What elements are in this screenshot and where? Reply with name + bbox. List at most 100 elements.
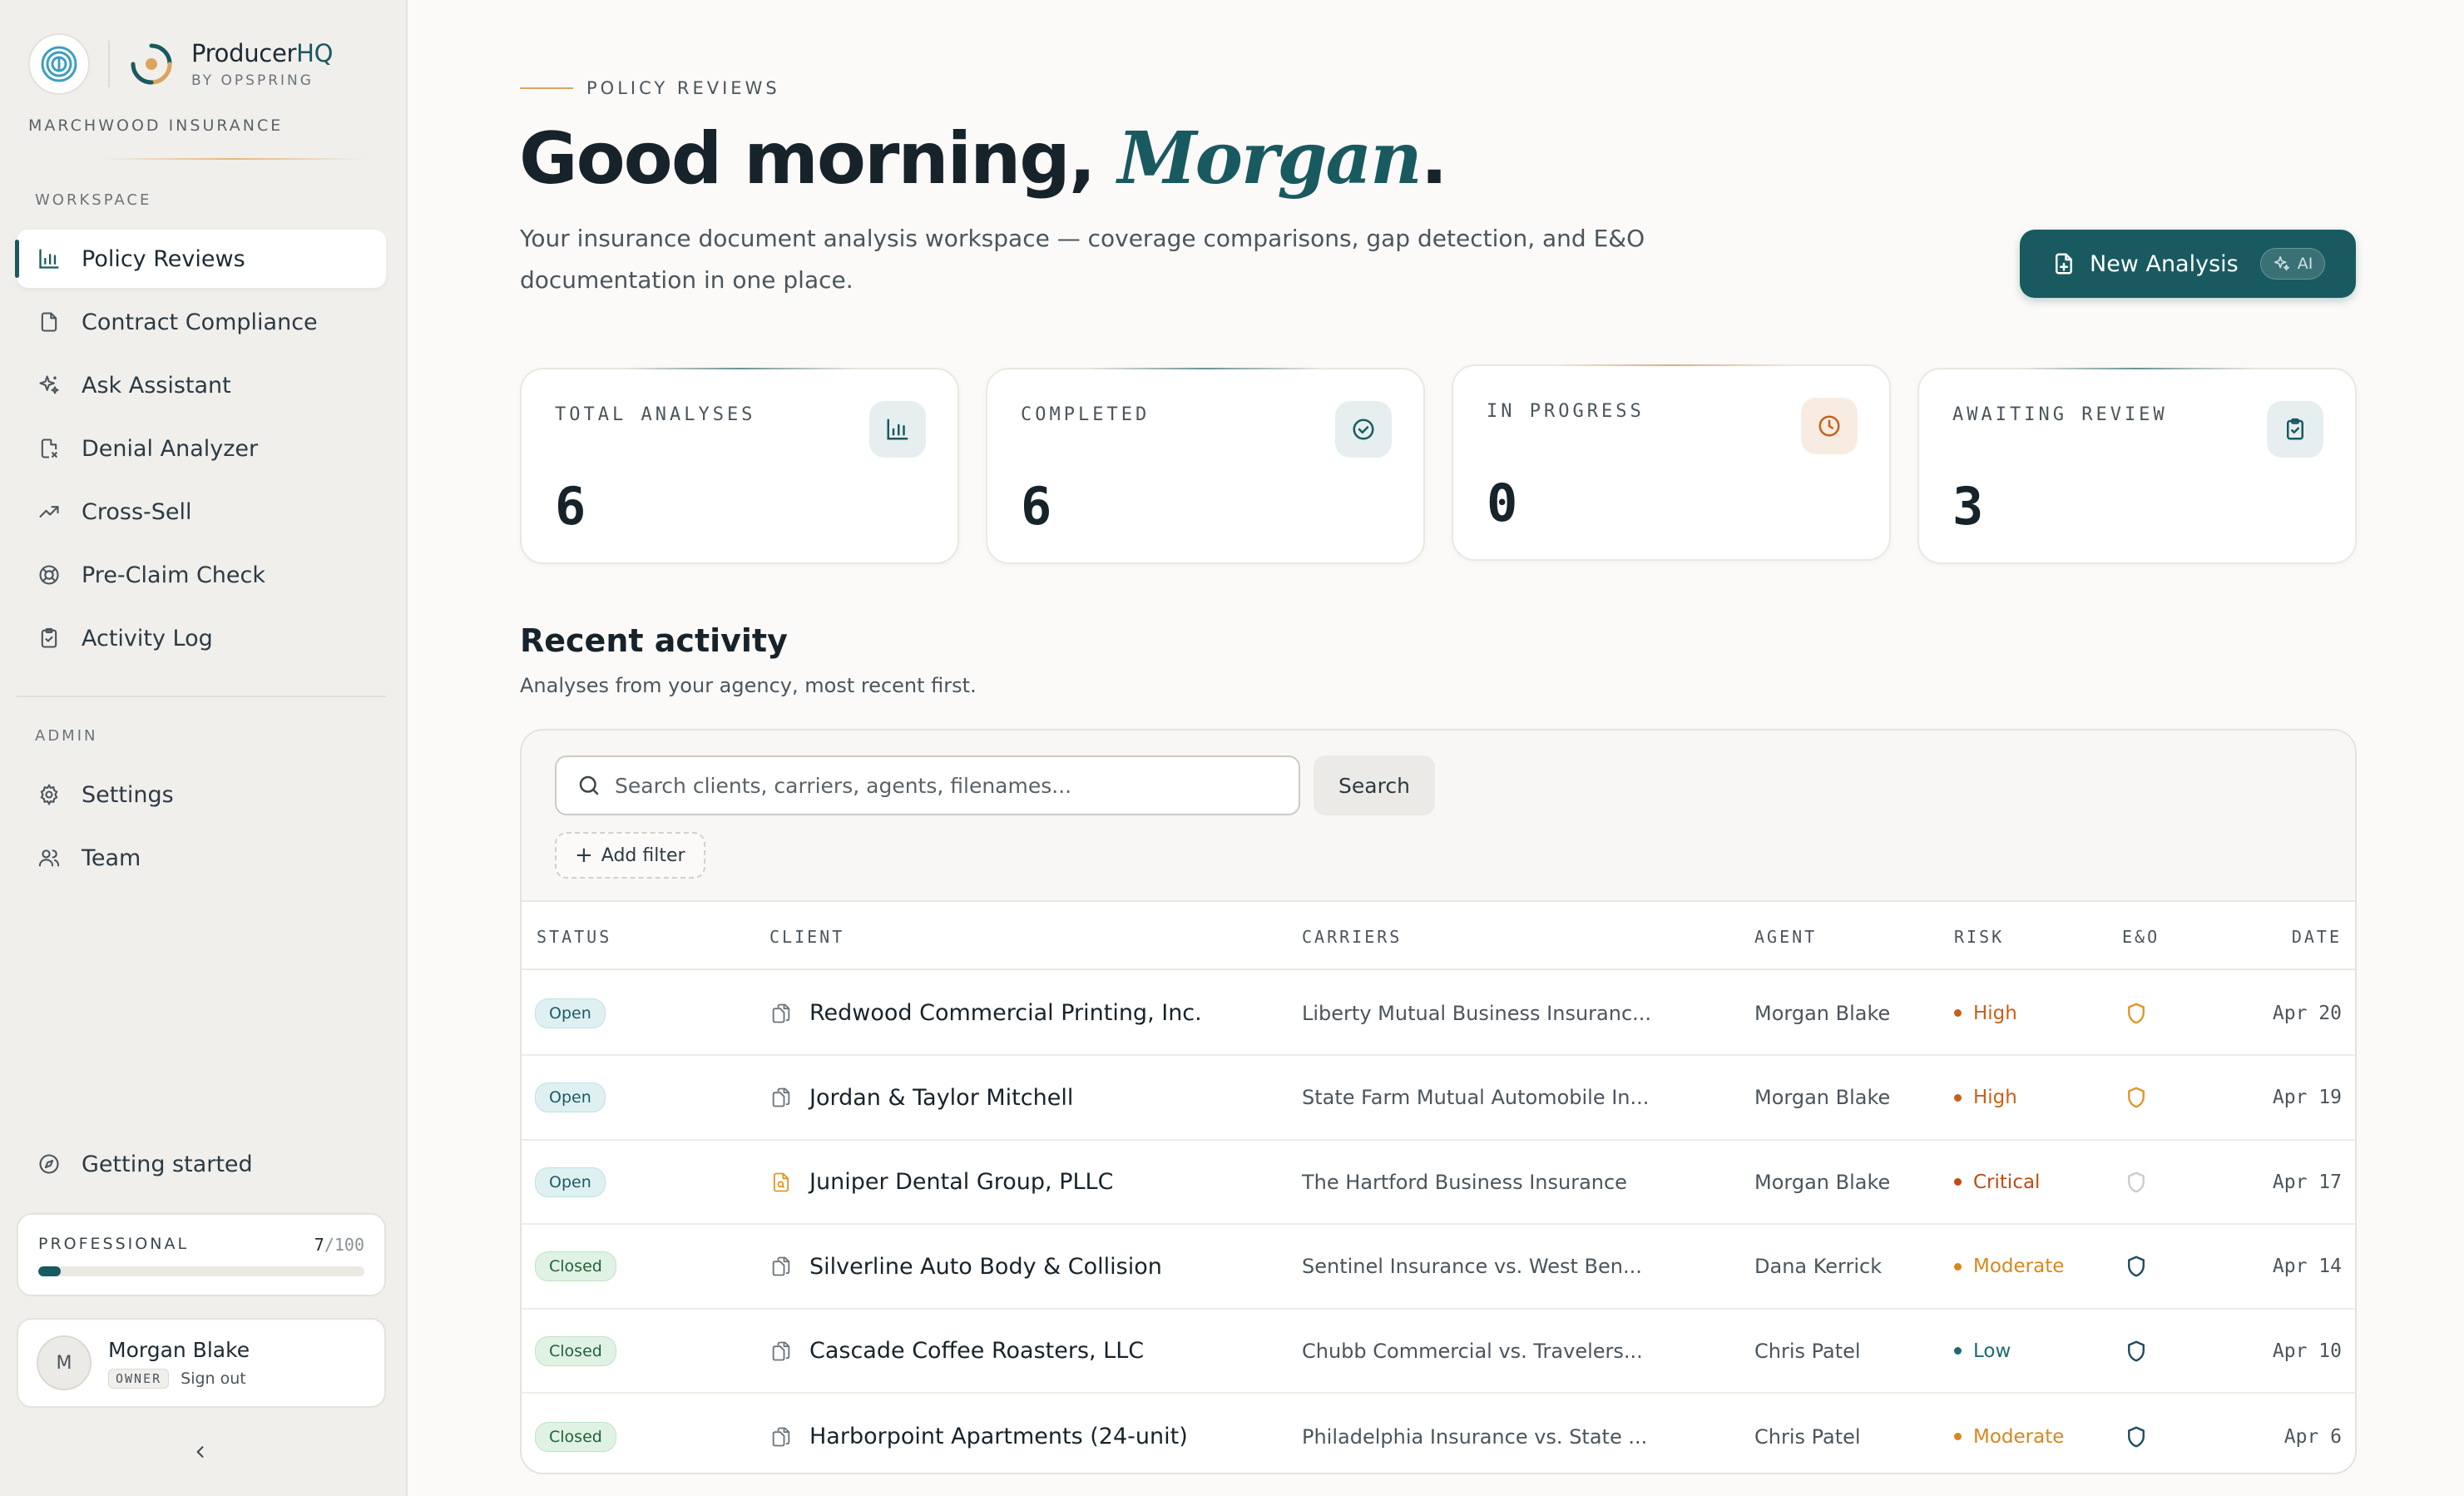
- sidebar-item-label: Ask Assistant: [82, 372, 231, 399]
- plus-icon: +: [575, 843, 593, 868]
- page-title: Good morning, Morgan.: [519, 116, 1447, 201]
- column-header-carriers[interactable]: CARRIERS: [1302, 927, 1402, 947]
- shield-icon: [2128, 1256, 2145, 1277]
- sidebar-item-label: Pre-Claim Check: [82, 562, 266, 588]
- sidebar-divider: [17, 696, 386, 697]
- plan-name: PROFESSIONAL: [38, 1235, 190, 1253]
- table-header: STATUS CLIENT CARRIERS AGENT RISK E&O DA…: [522, 904, 2355, 970]
- sidebar-item-pre-claim-check[interactable]: Pre-Claim Check: [17, 546, 386, 604]
- table-row[interactable]: Closed Silverline Auto Body & Collision Se…: [522, 1226, 2355, 1310]
- column-header-client[interactable]: CLIENT: [769, 927, 844, 947]
- column-header-eo[interactable]: E&O: [2122, 927, 2160, 947]
- document-icon: [35, 308, 63, 336]
- column-header-status[interactable]: STATUS: [537, 927, 611, 947]
- stat-value: 6: [555, 476, 586, 537]
- agent-cell: Morgan Blake: [1754, 1086, 1891, 1110]
- clipboard-check-icon: [2267, 401, 2323, 458]
- stat-label: AWAITING REVIEW: [1952, 404, 2168, 425]
- ai-badge: AI: [2259, 248, 2326, 280]
- organization-name: MARCHWOOD INSURANCE: [28, 116, 284, 135]
- plan-usage-bar: [38, 1266, 364, 1276]
- shield-icon: [2128, 1172, 2145, 1193]
- brand[interactable]: ProducerHQ BY OPSPRING: [28, 33, 333, 95]
- sidebar-item-label: Team: [82, 845, 141, 871]
- search-button[interactable]: Search: [1314, 755, 1435, 815]
- user-first-name: Morgan: [1117, 116, 1422, 201]
- getting-started-link[interactable]: Getting started: [17, 1135, 386, 1193]
- sidebar-item-label: Cross-Sell: [82, 498, 192, 525]
- risk-level: Low: [1954, 1310, 2011, 1392]
- status-badge: Open: [535, 1082, 606, 1113]
- new-analysis-label: New Analysis: [2090, 250, 2239, 277]
- date-cell: Apr 6: [2283, 1425, 2342, 1448]
- new-analysis-button[interactable]: New Analysis AI: [2020, 230, 2356, 298]
- sidebar-item-label: Contract Compliance: [82, 309, 318, 335]
- carriers-cell: Sentinel Insurance vs. West Ben...: [1302, 1255, 1642, 1279]
- user-name: Morgan Blake: [108, 1337, 250, 1362]
- plan-usage-card[interactable]: PROFESSIONAL 7/100: [17, 1213, 386, 1296]
- shield-icon: [2128, 1426, 2145, 1447]
- client-name[interactable]: Silverline Auto Body & Collision: [809, 1254, 1162, 1280]
- page-intro: Your insurance document analysis workspa…: [520, 225, 1645, 294]
- client-name[interactable]: Cascade Coffee Roasters, LLC: [809, 1338, 1144, 1364]
- search-input[interactable]: [615, 773, 1280, 798]
- column-header-date[interactable]: DATE: [2292, 927, 2342, 947]
- user-card[interactable]: M Morgan Blake OWNER Sign out: [17, 1318, 386, 1408]
- table-row[interactable]: Open Jordan & Taylor Mitchell State Farm M…: [522, 1057, 2355, 1141]
- client-name[interactable]: Harborpoint Apartments (24-unit): [809, 1424, 1188, 1449]
- recent-activity-title: Recent activity: [520, 622, 788, 659]
- add-filter-button[interactable]: + Add filter: [555, 832, 705, 879]
- sidebar-item-ask-assistant[interactable]: Ask Assistant: [17, 356, 386, 414]
- shield-icon: [2128, 1340, 2145, 1362]
- check-circle-icon: [1335, 401, 1392, 458]
- search-icon: [579, 775, 599, 795]
- stat-value: 0: [1487, 473, 1518, 533]
- sidebar-item-denial-analyzer[interactable]: Denial Analyzer: [17, 419, 386, 478]
- stat-card-in-progress: IN PROGRESS 0: [1452, 364, 1891, 561]
- filter-bar: Search + Add filter: [522, 731, 2355, 902]
- sidebar-item-contract-compliance[interactable]: Contract Compliance: [17, 293, 386, 351]
- stat-card-completed: COMPLETED 6: [986, 368, 1425, 564]
- sidebar-item-activity-log[interactable]: Activity Log: [17, 609, 386, 667]
- compass-icon: [35, 1150, 63, 1178]
- table-row[interactable]: Closed Harborpoint Apartments (24-unit) Ph…: [522, 1394, 2355, 1473]
- table-row[interactable]: Closed Cascade Coffee Roasters, LLC Chubb …: [522, 1310, 2355, 1394]
- status-badge: Closed: [535, 1421, 616, 1452]
- client-name[interactable]: Jordan & Taylor Mitchell: [809, 1085, 1073, 1111]
- sidebar-item-cross-sell[interactable]: Cross-Sell: [17, 483, 386, 541]
- eo-status[interactable]: [2124, 1226, 2149, 1308]
- sidebar-item-settings[interactable]: Settings: [17, 765, 386, 824]
- eo-status[interactable]: [2124, 1057, 2149, 1139]
- main-content: POLICY REVIEWS Good morning, Morgan. You…: [408, 0, 2464, 1496]
- sidebar-item-label: Settings: [82, 781, 174, 808]
- sidebar-item-policy-reviews[interactable]: Policy Reviews: [15, 230, 386, 288]
- client-name[interactable]: Redwood Commercial Printing, Inc.: [809, 1000, 1202, 1026]
- users-icon: [35, 844, 63, 872]
- table-row[interactable]: Open Juniper Dental Group, PLLC The Hartfo…: [522, 1141, 2355, 1226]
- date-cell: Apr 19: [2272, 1087, 2342, 1109]
- sign-out-link[interactable]: Sign out: [181, 1370, 246, 1388]
- status-badge: Closed: [535, 1251, 616, 1282]
- brand-divider: [108, 41, 110, 87]
- agent-cell: Chris Patel: [1754, 1339, 1861, 1363]
- eo-status[interactable]: [2124, 1394, 2149, 1473]
- column-header-agent[interactable]: AGENT: [1754, 927, 1817, 947]
- sidebar-item-label: Policy Reviews: [82, 245, 245, 272]
- search-box[interactable]: [555, 755, 1300, 815]
- new-document-icon: [2051, 251, 2076, 276]
- eo-status[interactable]: [2124, 1310, 2149, 1392]
- eo-status[interactable]: [2124, 972, 2149, 1054]
- document-pair-icon: [769, 1002, 793, 1025]
- sparkles-icon: [2274, 255, 2289, 271]
- collapse-sidebar-button[interactable]: [188, 1439, 213, 1464]
- recent-activity-subtitle: Analyses from your agency, most recent f…: [520, 674, 977, 697]
- column-header-risk[interactable]: RISK: [1954, 927, 2004, 947]
- sidebar-item-team[interactable]: Team: [17, 829, 386, 887]
- producerhq-logo: [128, 41, 175, 87]
- shield-icon: [2128, 1087, 2145, 1108]
- client-name[interactable]: Juniper Dental Group, PLLC: [809, 1169, 1113, 1195]
- eo-status[interactable]: [2124, 1141, 2149, 1223]
- stat-value: 6: [1021, 476, 1052, 537]
- risk-level: High: [1954, 1057, 2017, 1139]
- table-row[interactable]: Open Redwood Commercial Printing, Inc. Lib…: [522, 972, 2355, 1056]
